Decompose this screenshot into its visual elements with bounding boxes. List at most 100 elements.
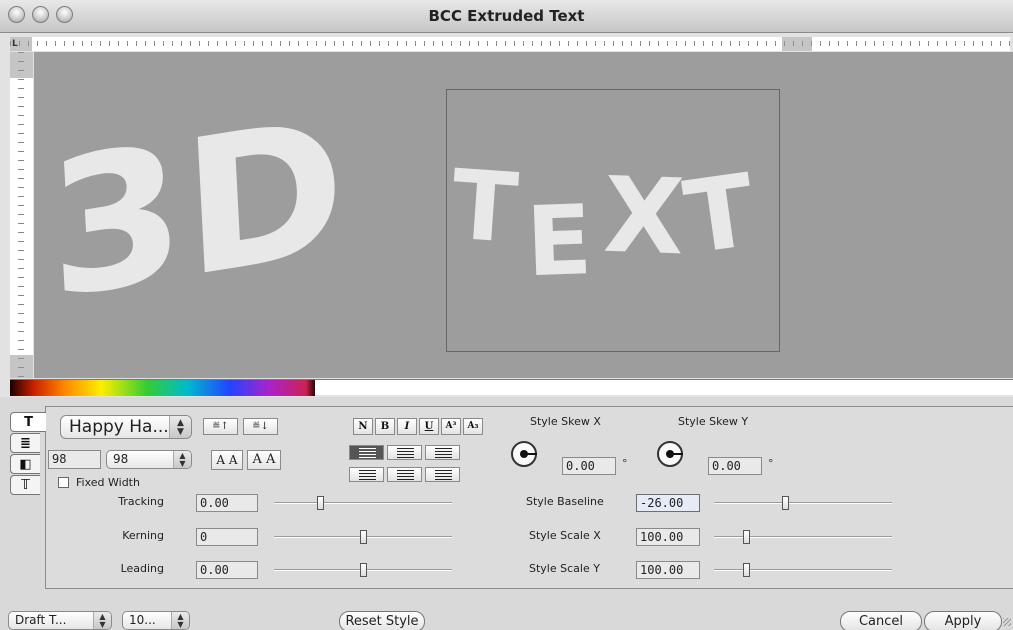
slider-thumb[interactable]: [782, 496, 789, 510]
render-quality-popup[interactable]: Draft T... ▲ ▼: [8, 611, 112, 630]
bold-button[interactable]: B: [375, 418, 395, 435]
popup-arrows-icon: ▲ ▼: [169, 416, 191, 438]
skew-y-label: Style Skew Y: [678, 415, 749, 428]
slider-thumb[interactable]: [360, 563, 367, 577]
kerning-field[interactable]: 0: [196, 528, 258, 546]
reset-style-button[interactable]: Reset Style: [339, 611, 425, 630]
ruler-right-margin: [782, 37, 812, 51]
title-bar: BCC Extruded Text: [0, 0, 1013, 33]
superscript-button[interactable]: A³: [441, 418, 461, 435]
slider-thumb[interactable]: [743, 563, 750, 577]
horizontal-ruler: [10, 37, 1010, 51]
preview-text-3d: 3D: [43, 77, 351, 340]
fixed-width-label: Fixed Width: [76, 476, 140, 489]
tracking-label: Tracking: [118, 495, 164, 508]
justify-center-icon: [397, 470, 414, 480]
slider-track: [274, 502, 452, 504]
skew-y-field[interactable]: 0.00: [708, 457, 762, 475]
tracking-field[interactable]: 0.00: [196, 494, 258, 512]
baseline-slider[interactable]: [714, 496, 892, 510]
slider-thumb[interactable]: [743, 530, 750, 544]
vertical-ruler: [10, 52, 33, 378]
increase-size-button[interactable]: ≝↑: [203, 418, 238, 435]
normal-style-button[interactable]: N: [353, 418, 373, 435]
kerning-label: Kerning: [122, 529, 164, 542]
font-size-value: 98: [113, 452, 129, 466]
slider-thumb[interactable]: [317, 496, 324, 510]
apply-button[interactable]: Apply: [924, 611, 1002, 630]
justify-left-icon: [359, 470, 376, 480]
small-caps-button[interactable]: A A: [211, 450, 243, 470]
popup-arrows-icon: ▲ ▼: [171, 612, 189, 629]
tab-paragraph[interactable]: ≣: [10, 433, 40, 453]
justify-right-icon: [435, 470, 452, 480]
extruded-text-window: BCC Extruded Text L 3D T E X T T ≣ ◧ 𝕋 H…: [0, 0, 1013, 630]
align-center-button[interactable]: [387, 445, 422, 460]
scale-y-label: Style Scale Y: [529, 562, 600, 575]
decrease-size-button[interactable]: ≝↓: [243, 418, 278, 435]
skew-y-dial[interactable]: [650, 434, 690, 474]
scale-x-field[interactable]: 100.00: [636, 528, 700, 546]
leading-field[interactable]: 0.00: [196, 561, 258, 579]
cancel-button[interactable]: Cancel: [840, 611, 922, 630]
font-size-popup[interactable]: 98 ▲ ▼: [106, 450, 192, 469]
fixed-width-checkbox[interactable]: [58, 477, 69, 488]
controls-panel: T ≣ ◧ 𝕋 Happy Ha... ▲ ▼ ≝↑ ≝↓ 98 98 ▲ ▼ A …: [0, 397, 1013, 630]
popup-arrows-icon: ▲ ▼: [93, 612, 111, 629]
kerning-slider[interactable]: [274, 530, 452, 544]
render-quality-value: Draft T...: [15, 613, 67, 627]
align-left-icon: [359, 448, 376, 458]
dial-center-icon: [520, 450, 528, 458]
skew-y-degree: °: [768, 457, 774, 470]
scale-y-slider[interactable]: [714, 563, 892, 577]
popup-arrows-icon: ▲ ▼: [173, 451, 191, 468]
ruler-corner-marker: L: [12, 39, 18, 49]
subscript-button[interactable]: A₃: [463, 418, 483, 435]
justify-left-button[interactable]: [349, 467, 384, 482]
skew-x-degree: °: [622, 457, 628, 470]
tracking-slider[interactable]: [274, 496, 452, 510]
slider-track: [714, 569, 892, 571]
title-safe-box: [446, 89, 780, 352]
text-settings: Happy Ha... ▲ ▼ ≝↑ ≝↓ 98 98 ▲ ▼ A A A A Fi…: [45, 406, 1013, 589]
window-title: BCC Extruded Text: [428, 7, 585, 25]
baseline-label: Style Baseline: [526, 495, 604, 508]
justify-right-button[interactable]: [425, 467, 460, 482]
scale-x-label: Style Scale X: [529, 529, 601, 542]
skew-x-field[interactable]: 0.00: [562, 457, 616, 475]
preview-canvas[interactable]: 3D T E X T: [34, 52, 1013, 378]
italic-button[interactable]: I: [397, 418, 417, 435]
color-spectrum[interactable]: [10, 380, 315, 396]
justify-center-button[interactable]: [387, 467, 422, 482]
slider-thumb[interactable]: [360, 530, 367, 544]
baseline-field[interactable]: -26.00: [636, 494, 700, 512]
side-tabs: T ≣ ◧ 𝕋: [10, 412, 46, 582]
tab-text[interactable]: T: [10, 412, 46, 432]
font-size-display: 98: [48, 450, 101, 469]
tab-fill[interactable]: ◧: [10, 454, 40, 474]
zoom-value: 10...: [129, 613, 156, 627]
ruler-bottom-margin: [10, 355, 33, 378]
scale-x-slider[interactable]: [714, 530, 892, 544]
all-caps-button[interactable]: A A: [247, 450, 281, 470]
skew-x-dial[interactable]: [504, 434, 544, 474]
align-center-icon: [397, 448, 414, 458]
underline-button[interactable]: U: [419, 418, 439, 435]
leading-label: Leading: [120, 562, 164, 575]
align-left-button[interactable]: [349, 445, 384, 460]
resize-grip-icon[interactable]: [1003, 618, 1011, 626]
scale-y-field[interactable]: 100.00: [636, 561, 700, 579]
skew-x-label: Style Skew X: [530, 415, 601, 428]
ruler-top-margin: [10, 52, 33, 78]
slider-track: [714, 502, 892, 504]
font-family-popup[interactable]: Happy Ha... ▲ ▼: [60, 415, 192, 439]
zoom-popup[interactable]: 10... ▲ ▼: [122, 611, 190, 630]
color-bar[interactable]: [10, 379, 1013, 396]
dial-center-icon: [666, 450, 674, 458]
align-right-icon: [435, 448, 452, 458]
leading-slider[interactable]: [274, 563, 452, 577]
tab-outline[interactable]: 𝕋: [10, 475, 40, 495]
slider-track: [714, 536, 892, 538]
align-right-button[interactable]: [425, 445, 460, 460]
font-family-value: Happy Ha...: [69, 417, 169, 437]
